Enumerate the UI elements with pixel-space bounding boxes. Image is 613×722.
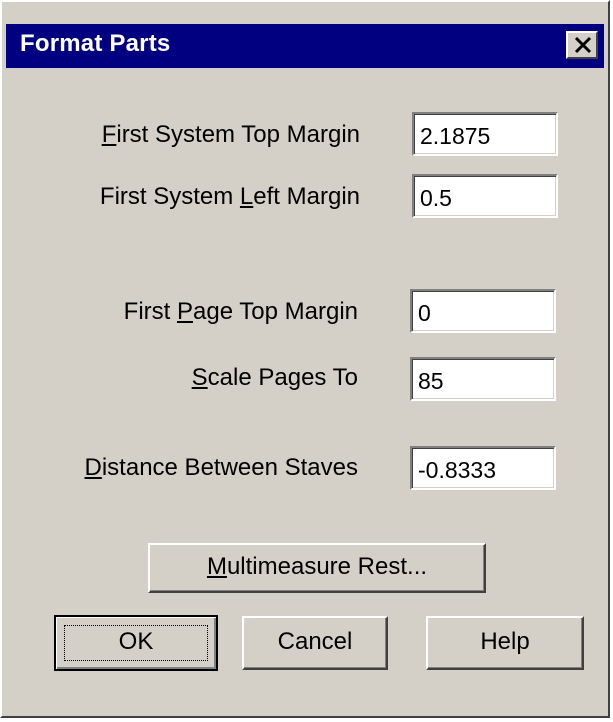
- first-page-top-margin-label: First Page Top Margin: [123, 298, 358, 325]
- title-bar[interactable]: Format Parts: [6, 24, 604, 68]
- first-system-left-margin-input[interactable]: 0.5: [412, 174, 558, 218]
- cancel-button[interactable]: Cancel: [242, 616, 388, 670]
- focus-rectangle: [64, 625, 208, 661]
- close-button[interactable]: [566, 31, 598, 59]
- first-system-top-margin-input[interactable]: 2.1875: [412, 112, 558, 156]
- first-system-top-margin-label: First System Top Margin: [101, 121, 360, 148]
- format-parts-dialog: Format Parts First System Top Margin 2.1…: [0, 0, 610, 718]
- close-x-icon: [574, 36, 592, 54]
- help-button[interactable]: Help: [426, 616, 584, 670]
- first-page-top-margin-input[interactable]: 0: [410, 289, 556, 333]
- ok-button[interactable]: OK: [54, 615, 218, 671]
- scale-pages-to-input[interactable]: 85: [410, 357, 556, 401]
- scale-pages-to-label: Scale Pages To: [191, 364, 358, 391]
- distance-between-staves-label: Distance Between Staves: [84, 454, 359, 481]
- distance-between-staves-input[interactable]: -0.8333: [410, 446, 556, 490]
- multimeasure-rest-button[interactable]: Multimeasure Rest...: [148, 543, 486, 593]
- first-system-left-margin-label: First System Left Margin: [99, 183, 360, 210]
- window-title: Format Parts: [20, 30, 171, 57]
